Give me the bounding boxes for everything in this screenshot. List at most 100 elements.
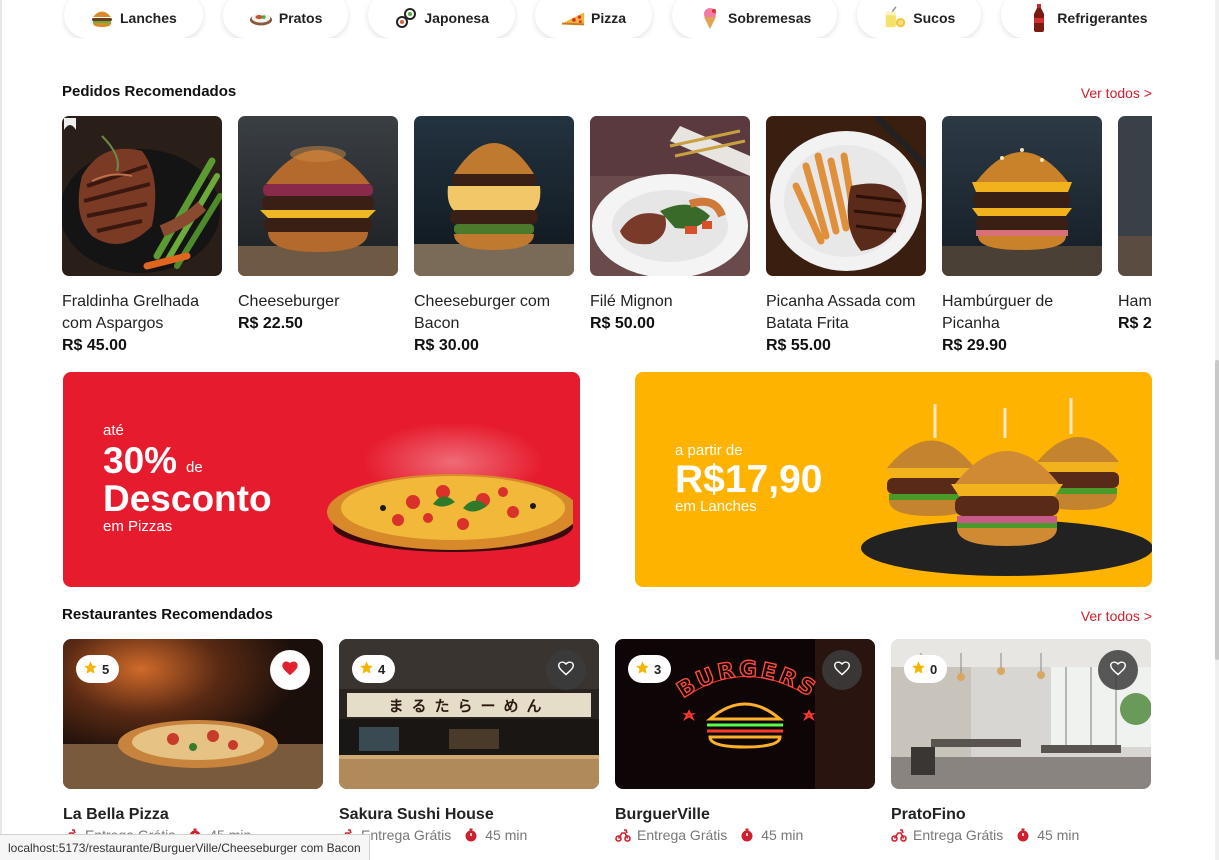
banner-pre-text: até — [103, 422, 124, 439]
delivery-time: 45 min — [1037, 827, 1080, 843]
sushi-icon — [394, 6, 418, 30]
category-label: Pratos — [278, 10, 323, 26]
restaurant-image-burger-neon: BURGERS 3 — [615, 639, 875, 789]
star-icon — [83, 660, 98, 678]
restaurant-name: La Bella Pizza — [63, 806, 169, 823]
star-icon — [359, 660, 374, 678]
ice-cream-icon — [698, 6, 722, 30]
heart-outline-icon — [1109, 660, 1127, 681]
order-name: Cheeseburger — [238, 293, 340, 310]
order-card[interactable]: Filé Mignon R$ 50.00 — [590, 116, 750, 356]
heart-outline-icon — [833, 660, 851, 681]
restaurant-card[interactable]: 5 La Bella Pizza Entrega Grátis 45 min — [63, 639, 323, 860]
scrollbar-thumb[interactable] — [1215, 360, 1219, 660]
category-label: Lanches — [120, 10, 177, 26]
order-card[interactable]: Picanha Assada com Batata Frita R$ 55.00 — [766, 116, 926, 356]
status-bar-url: localhost:5173/restaurante/BurguerVille/… — [0, 834, 370, 860]
order-image-partial — [1118, 116, 1152, 276]
see-all-restaurants-link[interactable]: Ver todos > — [1081, 608, 1152, 624]
restaurant-card[interactable]: BURGERS 3 BurguerVille Entrega Grátis 45… — [615, 639, 875, 860]
rating-value: 0 — [930, 661, 938, 677]
see-all-orders-link[interactable]: Ver todos > — [1081, 85, 1152, 101]
banner-main-text: Desconto — [103, 478, 272, 519]
pizza-discount-banner[interactable]: até 30% de Desconto em Pizzas — [63, 372, 580, 587]
restaurant-card[interactable]: まるたらーめん 4 Sakura Sushi House Entrega Grá… — [339, 639, 599, 860]
pizza-icon — [561, 6, 585, 30]
banner-main-text: R$17,90 — [675, 458, 823, 501]
category-lanches[interactable]: Lanches — [64, 0, 203, 38]
category-label: Pizza — [590, 10, 626, 26]
pizza-illustration — [327, 422, 573, 552]
order-name: Fraldinha Grelhada com Aspargos — [62, 293, 199, 332]
category-sobremesas[interactable]: Sobremesas — [672, 0, 838, 38]
order-image-cheeseburger-bacon — [414, 116, 574, 276]
order-name: Cheeseburger com Bacon — [414, 293, 551, 332]
soda-icon — [1027, 4, 1051, 32]
rating-value: 5 — [102, 661, 110, 677]
banner-de-text: de — [186, 459, 203, 476]
order-card[interactable]: Ham R$ 2 — [1118, 116, 1152, 356]
order-image-file-mignon — [590, 116, 750, 276]
order-image-steak — [62, 116, 222, 276]
heart-outline-icon — [557, 660, 575, 681]
favorite-button[interactable] — [1098, 650, 1138, 690]
favorite-button[interactable] — [546, 650, 586, 690]
category-pizza[interactable]: Pizza — [534, 0, 652, 38]
delivery-scooter-icon — [615, 828, 631, 842]
order-price: R$ 29.90 — [942, 337, 1007, 354]
order-card[interactable]: Hambúrguer de Picanha R$ 29.90 — [942, 116, 1102, 356]
banner-sub-text: em Pizzas — [103, 518, 173, 535]
recommended-restaurants-list: 5 La Bella Pizza Entrega Grátis 45 min ま… — [63, 639, 1153, 860]
rating-value: 4 — [378, 661, 386, 677]
order-card[interactable]: Cheeseburger R$ 22.50 — [238, 116, 398, 356]
page-scrollbar[interactable] — [1215, 0, 1219, 860]
dish-icon — [249, 6, 273, 30]
rating-value: 3 — [654, 661, 662, 677]
star-icon — [635, 660, 650, 678]
star-icon — [911, 660, 926, 678]
favorite-button[interactable] — [822, 650, 862, 690]
order-price: R$ 50.00 — [590, 315, 655, 332]
timer-icon — [1015, 828, 1031, 842]
order-name: Ham — [1118, 293, 1152, 310]
restaurant-name: PratoFino — [891, 806, 966, 823]
rating-badge: 3 — [628, 655, 672, 683]
rating-badge: 0 — [904, 655, 948, 683]
category-label: Sucos — [913, 10, 956, 26]
favorite-button[interactable] — [270, 650, 310, 690]
delivery-time: 45 min — [485, 827, 528, 843]
order-price: R$ 55.00 — [766, 337, 831, 354]
order-card[interactable]: Cheeseburger com Bacon R$ 30.00 — [414, 116, 574, 356]
burger-icon — [90, 6, 114, 30]
rating-badge: 4 — [352, 655, 396, 683]
delivery-text: Entrega Grátis — [637, 827, 728, 843]
heart-filled-icon — [281, 660, 299, 681]
timer-icon — [739, 828, 755, 842]
category-label: Refrigerantes — [1057, 10, 1148, 26]
timer-icon — [463, 828, 479, 842]
category-label: Sobremesas — [728, 10, 812, 26]
recommended-orders-list: Fraldinha Grelhada com Aspargos R$ 45.00… — [62, 116, 1152, 356]
category-japonesa[interactable]: Japonesa — [368, 0, 515, 38]
sign-text: まるたらーめん — [388, 697, 549, 715]
order-card[interactable]: Fraldinha Grelhada com Aspargos R$ 45.00 — [62, 116, 222, 356]
order-name: Picanha Assada com Batata Frita — [766, 293, 916, 332]
restaurant-card[interactable]: 0 PratoFino Entrega Grátis 45 min — [891, 639, 1151, 860]
restaurant-meta: Entrega Grátis 45 min — [615, 827, 875, 843]
banner-percent: 30% — [103, 440, 178, 481]
window-edge — [0, 0, 2, 860]
category-label: Japonesa — [424, 10, 489, 26]
restaurant-image-dining-room: 0 — [891, 639, 1151, 789]
category-refrigerantes[interactable]: Refrigerantes — [1001, 0, 1152, 38]
section-title-recommended-restaurants: Restaurantes Recomendados — [62, 606, 273, 623]
rating-badge: 5 — [76, 655, 120, 683]
delivery-scooter-icon — [891, 828, 907, 842]
order-price: R$ 22.50 — [238, 315, 303, 332]
category-sucos[interactable]: Sucos — [857, 0, 982, 38]
restaurant-name: Sakura Sushi House — [339, 806, 494, 823]
category-pratos[interactable]: Pratos — [222, 0, 349, 38]
order-price: R$ 2 — [1118, 315, 1152, 332]
banner-sub-text: em Lanches — [675, 498, 757, 515]
lanches-price-banner[interactable]: a partir de R$17,90 em Lanches — [635, 372, 1152, 587]
sliders-illustration — [861, 398, 1152, 576]
